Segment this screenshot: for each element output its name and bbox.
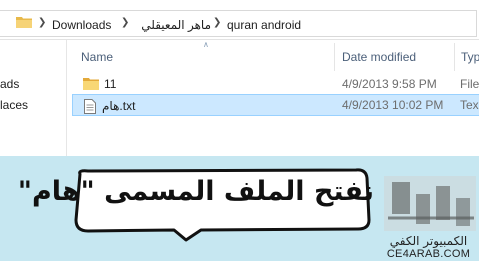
nav-item-downloads[interactable]: ads bbox=[0, 77, 19, 91]
breadcrumb-downloads[interactable]: Downloads bbox=[52, 18, 111, 32]
chevron-right-icon[interactable]: ❯ bbox=[38, 18, 46, 28]
address-bar[interactable]: ❯ Downloads ❯ ماهر المعيقلي ❯ quran andr… bbox=[0, 7, 479, 40]
column-header-type[interactable]: Typ bbox=[461, 50, 479, 64]
navigation-pane: ads laces bbox=[0, 40, 67, 156]
caption-text: نفتح الملف المسمى "هام" bbox=[17, 176, 374, 207]
column-header-date-modified[interactable]: Date modified bbox=[342, 50, 416, 64]
sort-up-icon: ∧ bbox=[203, 40, 209, 49]
column-divider[interactable] bbox=[334, 43, 335, 71]
file-name: 11 bbox=[104, 77, 117, 91]
folder-icon bbox=[83, 78, 99, 90]
folder-icon bbox=[16, 17, 32, 28]
column-divider[interactable] bbox=[454, 43, 455, 71]
file-row-folder[interactable]: 11 4/9/2013 9:58 PM File bbox=[72, 73, 479, 95]
logo-arabic-text: الكمبيوتر الكفي bbox=[389, 234, 468, 248]
file-date: 4/9/2013 10:02 PM bbox=[342, 98, 444, 112]
site-logo: الكمبيوتر الكفي CE4ARAB.COM bbox=[370, 170, 479, 261]
chevron-right-icon[interactable]: ❯ bbox=[121, 18, 129, 28]
file-type: File bbox=[460, 77, 479, 91]
file-row-txt[interactable]: هام.txt 4/9/2013 10:02 PM Tex bbox=[72, 94, 479, 116]
logo-mark-icon bbox=[384, 176, 476, 231]
file-date: 4/9/2013 9:58 PM bbox=[342, 77, 437, 91]
file-type: Tex bbox=[460, 98, 479, 112]
text-file-icon bbox=[84, 99, 96, 114]
breadcrumb-maher[interactable]: ماهر المعيقلي bbox=[133, 18, 211, 32]
breadcrumb-quran-android[interactable]: quran android bbox=[227, 18, 301, 32]
chevron-right-icon[interactable]: ❯ bbox=[213, 18, 221, 28]
logo-latin-text: CE4ARAB.COM bbox=[386, 248, 471, 260]
file-explorer-window: ❯ Downloads ❯ ماهر المعيقلي ❯ quran andr… bbox=[0, 0, 479, 156]
nav-item-places[interactable]: laces bbox=[0, 98, 28, 112]
file-name: هام.txt bbox=[102, 99, 136, 113]
caption-banner: نفتح الملف المسمى "هام" الكمبيوتر الكفي … bbox=[0, 156, 479, 261]
column-header-name[interactable]: Name bbox=[81, 50, 113, 64]
